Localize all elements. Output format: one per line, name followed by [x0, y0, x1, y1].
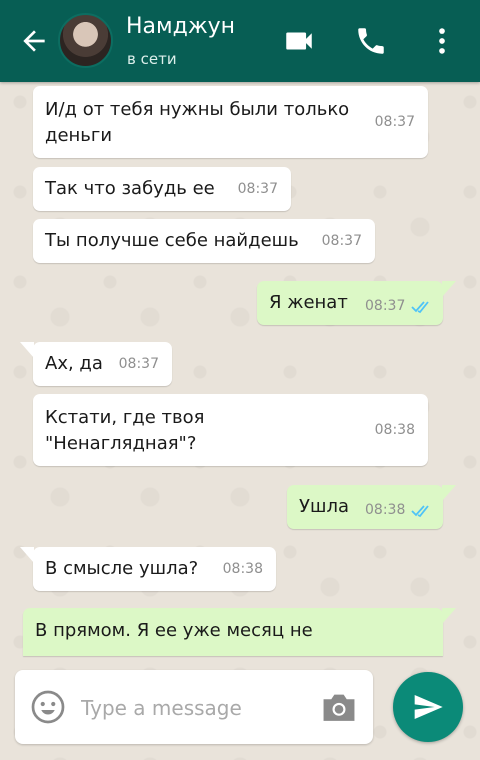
message-text: Кстати, где твоя "Ненаглядная"? — [45, 407, 205, 454]
double-check-icon — [411, 505, 429, 518]
message-composer — [15, 670, 373, 744]
message-text: В прямом. Я ее уже месяц не — [35, 620, 313, 641]
more-vert-icon[interactable] — [425, 24, 459, 58]
message-text: Ушла — [299, 496, 349, 517]
message-time: 08:38 — [365, 502, 406, 518]
message-incoming[interactable]: Ах, да 08:37 — [20, 342, 172, 386]
contact-name[interactable]: Намджун — [126, 14, 235, 39]
message-time: 08:37 — [237, 181, 278, 197]
message-text: Ах, да — [45, 353, 103, 374]
arrow-back-icon[interactable] — [18, 25, 50, 57]
message-outgoing[interactable]: Ушла 08:38 — [287, 485, 456, 529]
message-time: 08:37 — [365, 298, 406, 314]
message-text: Ты получше себе найдешь — [45, 230, 299, 251]
message-incoming[interactable]: В смысле ушла? 08:38 — [20, 547, 276, 591]
phone-icon[interactable] — [354, 24, 388, 58]
chat-header: Намджун в сети — [0, 0, 480, 82]
message-text: В смысле ушла? — [45, 558, 199, 579]
message-incoming[interactable]: И/д от тебя нужны были только деньги 08:… — [33, 86, 428, 158]
message-input[interactable] — [79, 690, 303, 726]
message-time: 08:38 — [222, 561, 263, 577]
double-check-icon — [411, 301, 429, 314]
bubble-tail — [20, 547, 34, 563]
bubble-tail — [442, 485, 456, 501]
message-incoming[interactable]: Так что забудь ее 08:37 — [33, 167, 291, 211]
bubble-tail — [442, 608, 456, 624]
message-time: 08:38 — [374, 422, 415, 438]
message-text: И/д от тебя нужны были только деньги — [45, 99, 350, 146]
message-time: 08:37 — [118, 356, 159, 372]
message-outgoing[interactable]: Я женат 08:37 — [257, 281, 456, 325]
message-time: 08:37 — [374, 114, 415, 130]
avatar[interactable] — [58, 13, 113, 68]
message-time: 08:37 — [321, 233, 362, 249]
message-incoming[interactable]: Ты получше себе найдешь 08:37 — [33, 219, 375, 263]
message-text: Я женат — [269, 292, 348, 313]
message-outgoing[interactable]: В прямом. Я ее уже месяц не — [23, 608, 456, 656]
bubble-tail — [442, 281, 456, 297]
message-incoming[interactable]: Кстати, где твоя "Ненаглядная"? 08:38 — [33, 394, 428, 466]
emoji-icon[interactable] — [30, 689, 66, 725]
send-icon — [414, 695, 443, 719]
send-button[interactable] — [393, 672, 463, 742]
bubble-tail — [20, 342, 34, 358]
message-text: Так что забудь ее — [45, 178, 215, 199]
video-call-icon[interactable] — [282, 24, 316, 58]
contact-status: в сети — [127, 50, 177, 68]
camera-icon[interactable] — [320, 690, 358, 724]
